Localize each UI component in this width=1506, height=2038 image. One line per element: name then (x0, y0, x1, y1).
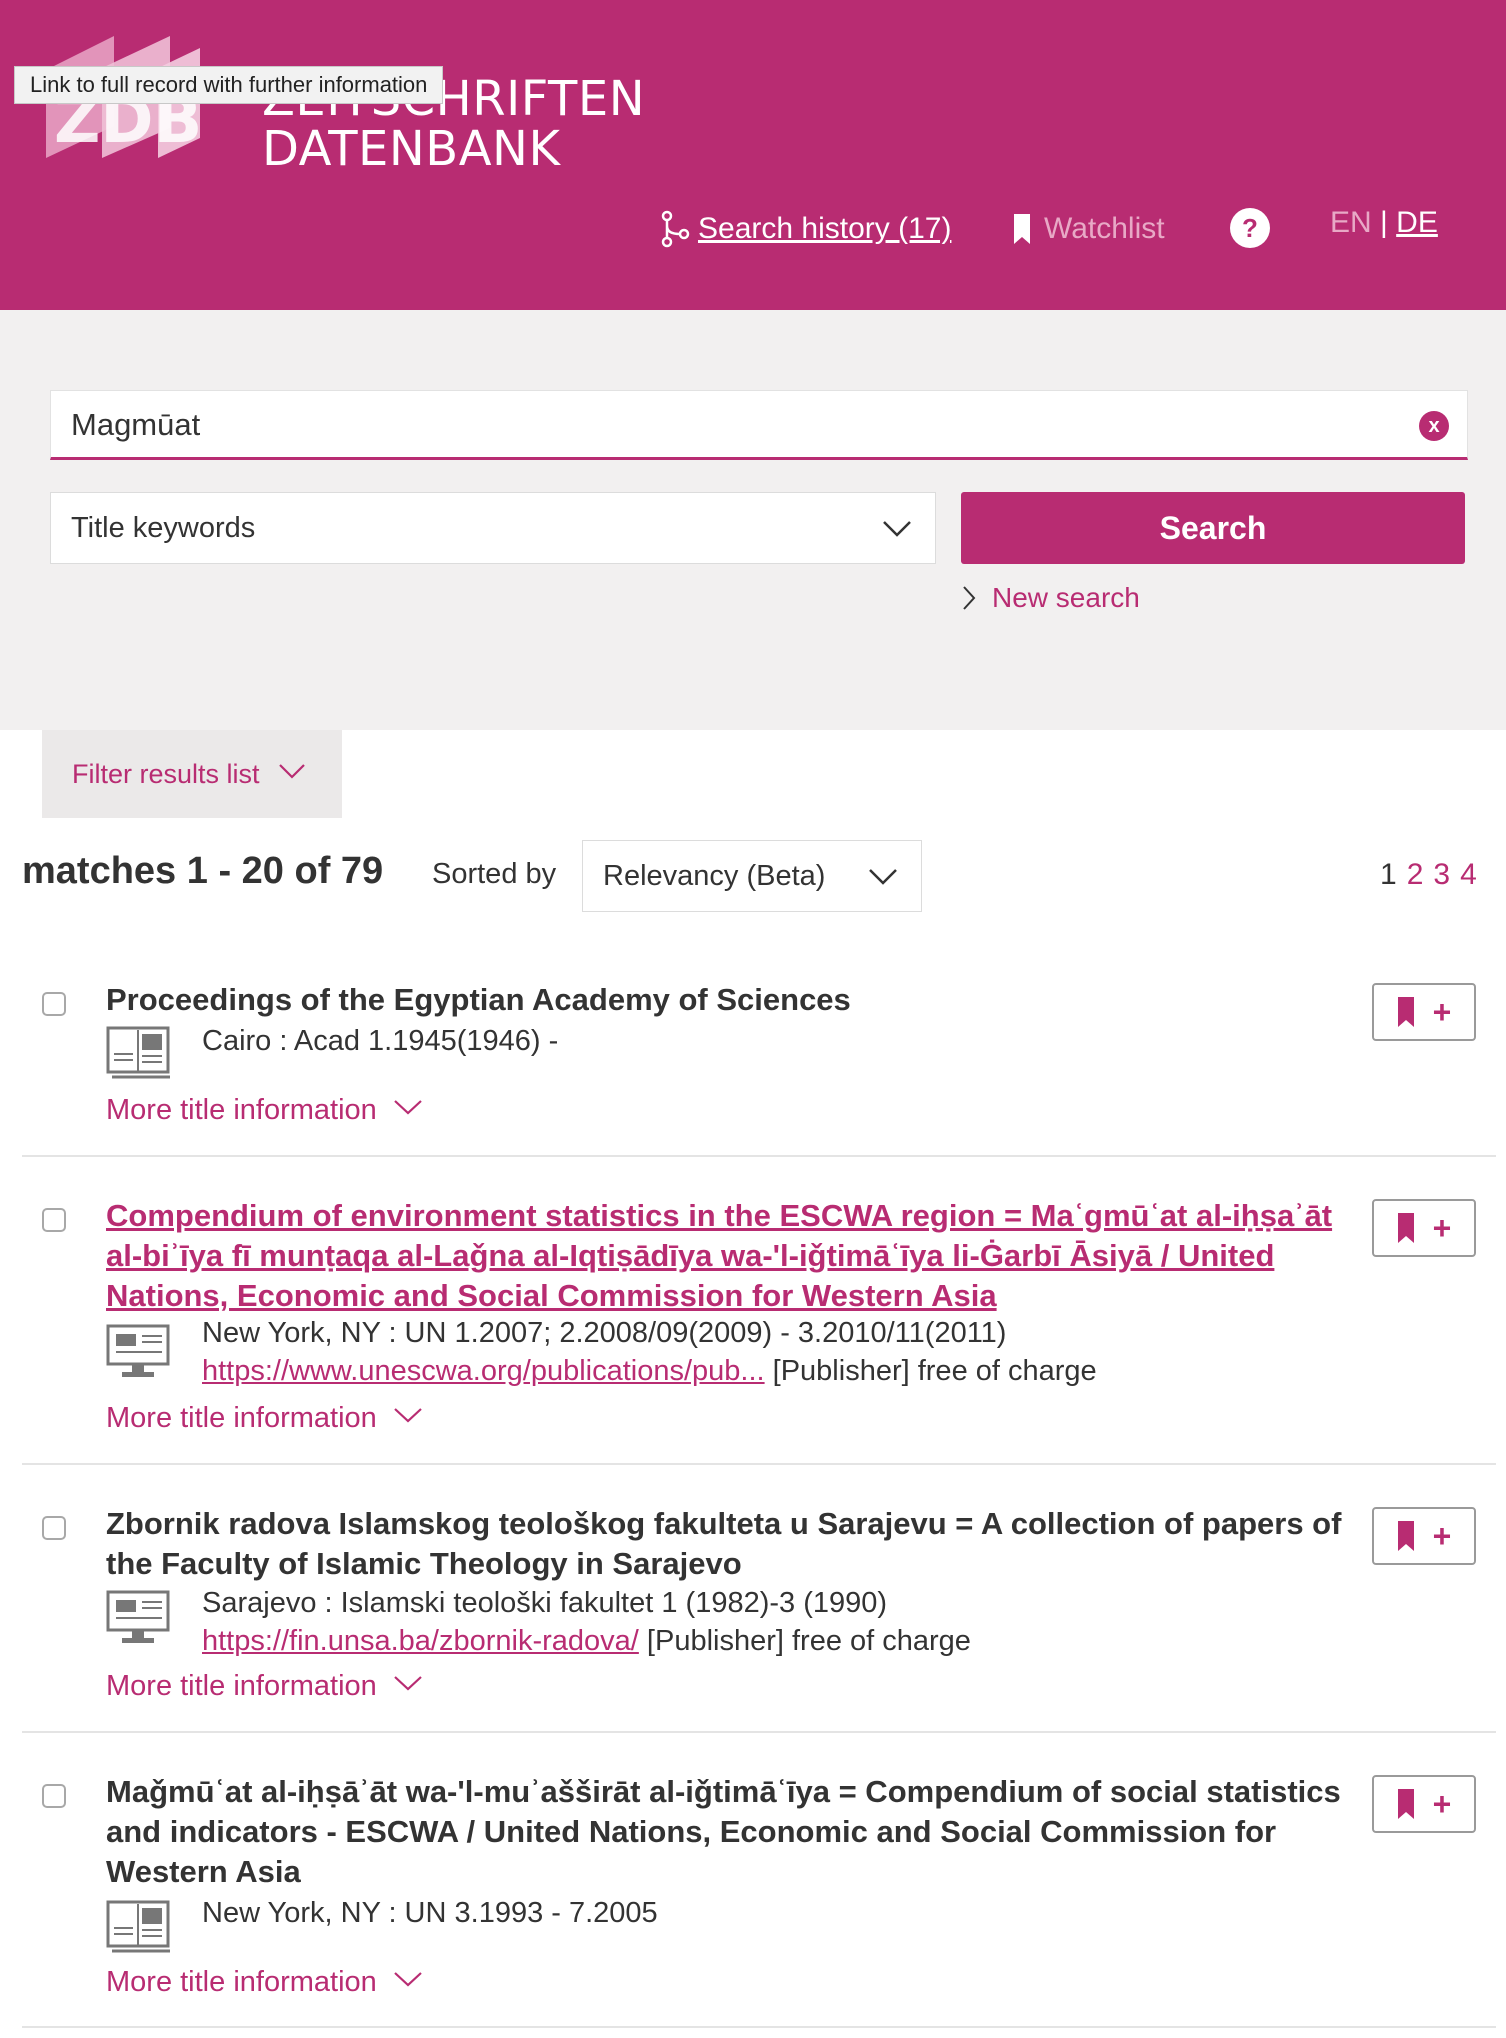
search-history-label: Search history (17) (698, 212, 952, 245)
logo-tooltip: Link to full record with further informa… (14, 66, 444, 104)
chevron-down-icon (869, 869, 897, 885)
page-4-link[interactable]: 4 (1460, 858, 1477, 892)
bookmark-icon (1397, 1521, 1414, 1551)
new-search-link[interactable]: New search (962, 582, 1140, 614)
history-tree-icon (661, 210, 690, 248)
print-journal-icon (106, 1900, 170, 1953)
search-button[interactable]: Search (961, 492, 1465, 564)
page-3-link[interactable]: 3 (1433, 858, 1450, 892)
chevron-down-icon (394, 1099, 422, 1114)
access-note: [Publisher] free of charge (638, 1625, 971, 1657)
more-title-info-toggle[interactable]: More title information (106, 1966, 423, 1999)
result-title[interactable]: Proceedings of the Egyptian Academy of S… (106, 980, 1356, 1020)
result-title[interactable]: Maǧmūʿat al-iḥṣāʾāt wa-'l-muʾašširāt al-… (106, 1772, 1356, 1892)
result-divider (22, 1731, 1496, 1733)
publication-info: Cairo : Acad 1.1945(1946) - (202, 1025, 559, 1057)
result-divider (22, 1463, 1496, 1465)
plus-icon: + (1432, 994, 1452, 1030)
plus-icon: + (1432, 1518, 1452, 1554)
more-title-info-label: More title information (106, 1966, 377, 1998)
filter-results-label: Filter results list (72, 758, 260, 789)
print-journal-icon (106, 1026, 170, 1079)
lang-separator: | (1380, 206, 1388, 239)
help-icon[interactable]: ? (1230, 208, 1270, 248)
sort-select[interactable]: Relevancy (Beta) (582, 840, 922, 912)
search-field-value: Title keywords (71, 512, 256, 544)
watchlist-link[interactable]: Watchlist (1012, 204, 1165, 254)
chevron-down-icon (394, 1407, 422, 1422)
result-checkbox[interactable] (42, 1784, 66, 1808)
chevron-down-icon (394, 1971, 422, 1986)
result-item: Maǧmūʿat al-iḥṣāʾāt wa-'l-muʾašširāt al-… (22, 1772, 1496, 2012)
pagination: 1 2 3 4 (1380, 858, 1487, 892)
plus-icon: + (1432, 1786, 1452, 1822)
online-resource-icon (106, 1324, 170, 1377)
sort-value: Relevancy (Beta) (603, 860, 826, 892)
search-query-text: Magmūat (71, 407, 201, 442)
publication-info: New York, NY : UN 3.1993 - 7.2005 (202, 1897, 658, 1929)
search-panel: Magmūat x Title keywords Search New sear… (0, 310, 1506, 730)
bookmark-icon (1397, 997, 1414, 1027)
search-input[interactable]: Magmūat x (50, 390, 1468, 460)
add-to-watchlist-button[interactable]: + (1372, 1775, 1476, 1833)
add-to-watchlist-button[interactable]: + (1372, 983, 1476, 1041)
access-note: [Publisher] free of charge (764, 1355, 1097, 1387)
publication-info: New York, NY : UN 1.2007; 2.2008/09(2009… (202, 1317, 1007, 1349)
publication-info: Sarajevo : Islamski teološki fakultet 1 … (202, 1587, 888, 1619)
bookmark-icon (1014, 214, 1030, 244)
new-search-label: New search (992, 582, 1140, 613)
language-switch: EN | DE (1330, 206, 1438, 240)
add-to-watchlist-button[interactable]: + (1372, 1507, 1476, 1565)
online-access: https://www.unescwa.org/publications/pub… (202, 1352, 1097, 1390)
result-item: Proceedings of the Egyptian Academy of S… (22, 980, 1496, 1160)
search-history-link[interactable]: Search history (17) (660, 204, 951, 254)
chevron-down-icon (394, 1675, 422, 1690)
page-1-current: 1 (1380, 858, 1397, 891)
search-field-select[interactable]: Title keywords (50, 492, 936, 564)
access-url-link[interactable]: https://www.unescwa.org/publications/pub… (202, 1355, 765, 1387)
more-title-info-toggle[interactable]: More title information (106, 1670, 423, 1703)
result-checkbox[interactable] (42, 1516, 66, 1540)
watchlist-label: Watchlist (1044, 212, 1165, 245)
page-2-link[interactable]: 2 (1407, 858, 1424, 892)
result-checkbox[interactable] (42, 992, 66, 1016)
site-header: ZDB ZEITSCHRIFTEN DATENBANK Link to full… (0, 0, 1506, 310)
result-title[interactable]: Zbornik radova Islamskog teološkog fakul… (106, 1504, 1356, 1584)
access-url-link[interactable]: https://fin.unsa.ba/zbornik-radova/ (202, 1625, 639, 1657)
online-resource-icon (106, 1590, 170, 1643)
chevron-right-icon (963, 586, 976, 610)
lang-en-link[interactable]: EN (1330, 206, 1372, 239)
more-title-info-toggle[interactable]: More title information (106, 1402, 423, 1435)
more-title-info-label: More title information (106, 1670, 377, 1702)
result-item: Zbornik radova Islamskog teološkog fakul… (22, 1504, 1496, 1704)
result-divider (22, 2026, 1496, 2028)
chevron-down-icon (883, 521, 911, 537)
clear-search-icon[interactable]: x (1419, 411, 1449, 441)
add-to-watchlist-button[interactable]: + (1372, 1199, 1476, 1257)
result-divider (22, 1155, 1496, 1157)
lang-de-link[interactable]: DE (1396, 206, 1438, 239)
more-title-info-label: More title information (106, 1402, 377, 1434)
results-count: matches 1 - 20 of 79 (22, 850, 384, 892)
result-item: Compendium of environment statistics in … (22, 1196, 1496, 1456)
more-title-info-toggle[interactable]: More title information (106, 1094, 423, 1127)
more-title-info-label: More title information (106, 1094, 377, 1126)
result-checkbox[interactable] (42, 1208, 66, 1232)
bookmark-icon (1397, 1789, 1414, 1819)
plus-icon: + (1432, 1210, 1452, 1246)
logo-line-2: DATENBANK (262, 121, 561, 177)
chevron-down-icon (278, 764, 305, 779)
bookmark-icon (1397, 1213, 1414, 1243)
online-access: https://fin.unsa.ba/zbornik-radova/ [Pub… (202, 1622, 971, 1660)
sorted-by-label: Sorted by (432, 858, 557, 890)
filter-results-toggle[interactable]: Filter results list (42, 730, 342, 818)
result-title-link[interactable]: Compendium of environment statistics in … (106, 1196, 1356, 1316)
